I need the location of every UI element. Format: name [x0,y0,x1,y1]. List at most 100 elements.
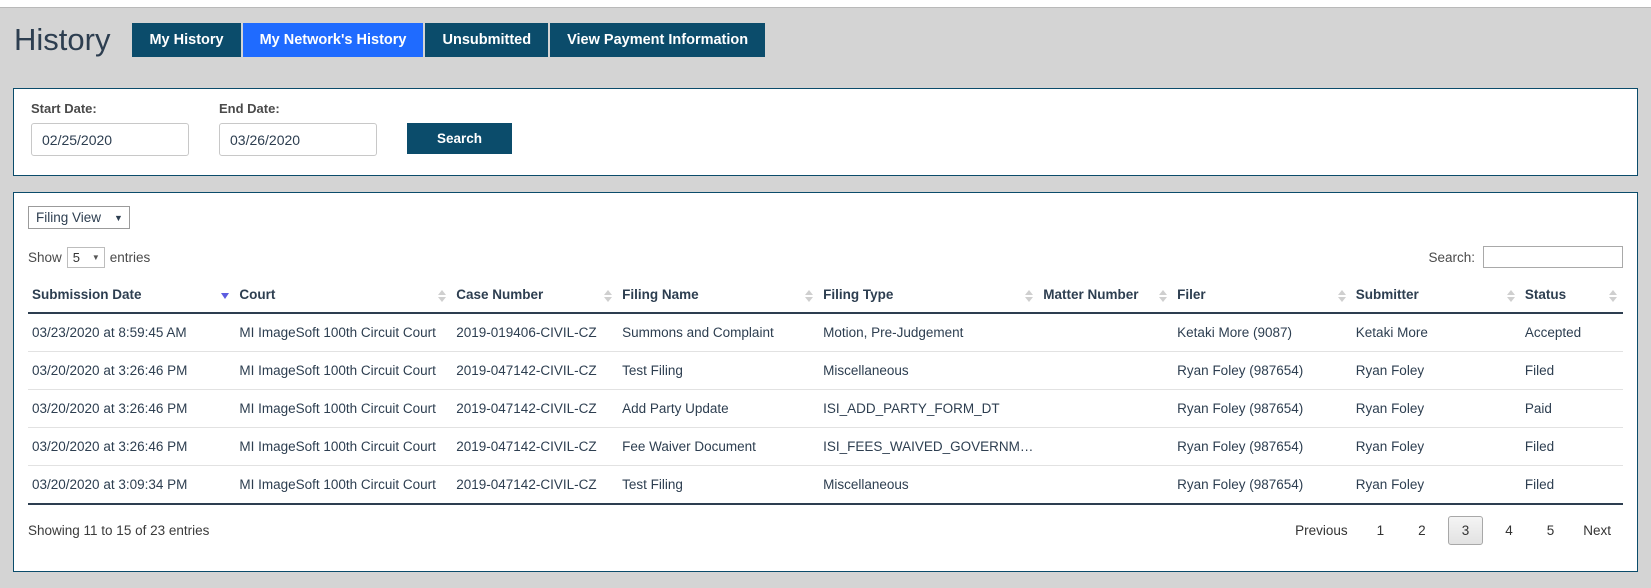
end-date-label: End Date: [219,101,280,116]
cell-filer: Ryan Foley (987654) [1173,465,1352,505]
cell-matter-number [1039,465,1174,505]
column-header-filing-name[interactable]: Filing Name [618,279,820,314]
tab-my-history[interactable]: My History [132,23,243,57]
cell-status: Filed [1520,351,1623,390]
column-header-label: Court [239,287,276,302]
cell-submitter: Ryan Foley [1351,427,1521,466]
start-date-group: Start Date: [31,101,189,156]
page-header: History My History My Network's History Un… [0,8,1651,72]
table-head: Submission Date Court Case Number Filing Na… [28,279,1623,314]
sort-descending-icon [221,292,230,299]
cell-filing-type: ISI_FEES_WAIVED_GOVERNMEN… [819,427,1040,466]
filing-view-value: Filing View [36,210,102,225]
pagination-2[interactable]: 2 [1406,516,1438,545]
table-row[interactable]: 03/20/2020 at 3:26:46 PM MI ImageSoft 100… [28,389,1623,428]
column-header-submission-date[interactable]: Submission Date [28,279,236,314]
sort-toggle-icon [438,289,447,302]
cell-filer: Ryan Foley (987654) [1173,427,1352,466]
sort-toggle-icon [1337,289,1346,302]
table-footer: Showing 11 to 15 of 23 entries Previous 1… [28,516,1623,551]
cell-court: MI ImageSoft 100th Circuit Court [235,465,453,505]
show-entries-prefix: Show [28,249,62,265]
table-row[interactable]: 03/20/2020 at 3:26:46 PM MI ImageSoft 100… [28,351,1623,390]
cell-filer: Ryan Foley (987654) [1173,351,1352,390]
cell-filer: Ketaki More (9087) [1173,313,1352,352]
sort-toggle-icon [604,289,613,302]
start-date-input[interactable] [31,123,189,156]
show-entries-suffix: entries [109,249,151,265]
table-row[interactable]: 03/23/2020 at 8:59:45 AM MI ImageSoft 100… [28,313,1623,352]
table-row[interactable]: 03/20/2020 at 3:09:34 PM MI ImageSoft 100… [28,465,1623,505]
date-search-form: Start Date: End Date: Search [14,89,1637,156]
cell-submitter: Ketaki More [1351,313,1521,352]
pagination-next[interactable]: Next [1576,516,1618,545]
cell-filing-type: Motion, Pre-Judgement [819,313,1040,352]
entries-per-page-value: 5 [72,249,81,265]
tab-unsubmitted[interactable]: Unsubmitted [425,23,551,57]
column-header-label: Filing Type [823,287,894,302]
table-body: 03/23/2020 at 8:59:45 AM MI ImageSoft 100… [28,313,1623,505]
history-table-panel: Filing View ▼ Show 5 ▼ entries Search: S… [13,192,1638,572]
column-header-filing-type[interactable]: Filing Type [819,279,1040,314]
page-title: History [14,22,111,57]
cell-filing-type: Miscellaneous [819,351,1040,390]
end-date-group: End Date: [219,101,377,156]
cell-case-number: 2019-019406-CIVIL-CZ [452,313,619,352]
cell-filer: Ryan Foley (987654) [1173,389,1352,428]
cell-case-number: 2019-047142-CIVIL-CZ [452,427,619,466]
table-controls: Show 5 ▼ entries Search: [28,245,1623,269]
cell-submitter: Ryan Foley [1351,465,1521,505]
cell-status: Filed [1520,465,1623,505]
table-row[interactable]: 03/20/2020 at 3:26:46 PM MI ImageSoft 100… [28,427,1623,466]
search-button[interactable]: Search [407,123,512,154]
cell-filing-name: Test Filing [618,351,820,390]
pagination-3[interactable]: 3 [1447,516,1484,545]
cell-filing-name: Test Filing [618,465,820,505]
column-header-filer[interactable]: Filer [1173,279,1352,314]
column-header-case-number[interactable]: Case Number [452,279,619,314]
column-header-status[interactable]: Status [1520,279,1623,314]
column-header-label: Status [1524,287,1567,302]
pagination-1[interactable]: 1 [1365,516,1397,545]
date-search-panel: Start Date: End Date: Search [13,88,1638,176]
pagination-4[interactable]: 4 [1493,516,1525,545]
cell-court: MI ImageSoft 100th Circuit Court [235,389,453,428]
table-search-input[interactable] [1483,246,1623,268]
showing-entries-info: Showing 11 to 15 of 23 entries [28,523,210,538]
cell-matter-number [1039,389,1174,428]
cell-court: MI ImageSoft 100th Circuit Court [235,351,453,390]
cell-filing-type: Miscellaneous [819,465,1040,505]
cell-status: Paid [1520,389,1623,428]
column-header-label: Submitter [1355,287,1419,302]
tab-view-payment-information[interactable]: View Payment Information [550,23,766,57]
table-search-control: Search: [1428,246,1623,268]
cell-court: MI ImageSoft 100th Circuit Court [235,313,453,352]
sort-toggle-icon [1025,289,1034,302]
pagination-5[interactable]: 5 [1535,516,1567,545]
entries-per-page-select[interactable]: 5 ▼ [66,246,105,268]
cell-case-number: 2019-047142-CIVIL-CZ [452,465,619,505]
column-header-label: Submission Date [32,287,142,302]
filing-view-select[interactable]: Filing View ▼ [28,206,130,229]
tab-my-network-s-history[interactable]: My Network's History [242,23,426,57]
end-date-input[interactable] [219,123,377,156]
chevron-down-icon: ▼ [114,212,123,223]
cell-matter-number [1039,351,1174,390]
cell-filing-name: Summons and Complaint [618,313,820,352]
cell-submission-date: 03/20/2020 at 3:09:34 PM [28,465,236,505]
cell-submitter: Ryan Foley [1351,389,1521,428]
cell-filing-name: Add Party Update [618,389,820,428]
pagination-previous[interactable]: Previous [1288,516,1355,545]
cell-case-number: 2019-047142-CIVIL-CZ [452,389,619,428]
table-search-label: Search: [1428,249,1475,265]
column-header-matter-number[interactable]: Matter Number [1039,279,1174,314]
column-header-submitter[interactable]: Submitter [1351,279,1521,314]
column-header-court[interactable]: Court [235,279,453,314]
sort-toggle-icon [805,289,814,302]
cell-matter-number [1039,427,1174,466]
cell-status: Accepted [1520,313,1623,352]
start-date-label: Start Date: [31,101,97,116]
cell-submission-date: 03/20/2020 at 3:26:46 PM [28,427,236,466]
cell-case-number: 2019-047142-CIVIL-CZ [452,351,619,390]
column-header-label: Case Number [456,287,544,302]
